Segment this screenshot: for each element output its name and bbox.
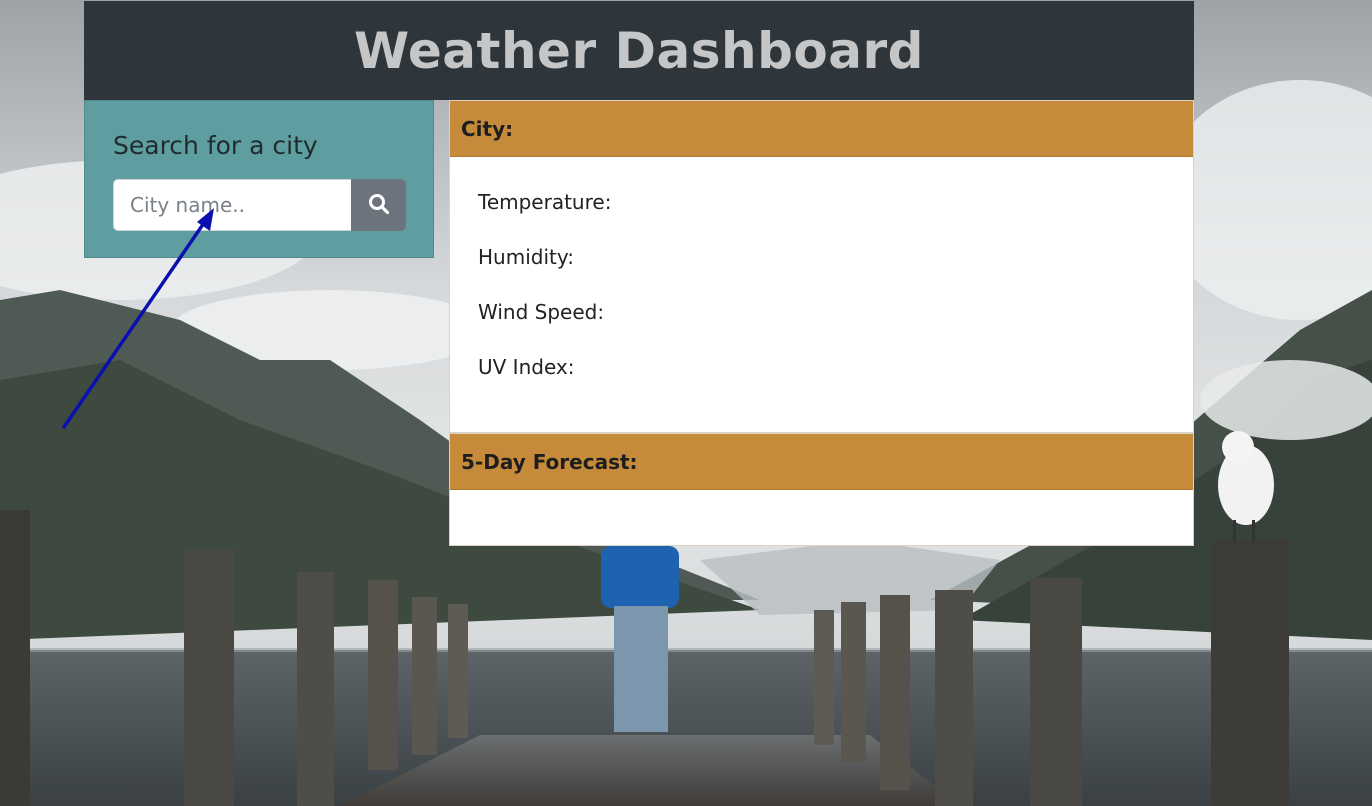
humidity-label: Humidity: — [478, 245, 574, 269]
forecast-card: 5-Day Forecast: — [449, 433, 1194, 546]
uv-index-label: UV Index: — [478, 355, 575, 379]
search-heading: Search for a city — [113, 131, 318, 160]
temperature-label: Temperature: — [478, 190, 612, 214]
search-button[interactable] — [351, 179, 406, 231]
search-panel: Search for a city — [84, 100, 434, 258]
app-header: Weather Dashboard — [84, 1, 1194, 100]
search-icon — [368, 193, 390, 218]
city-header: City: — [450, 101, 1193, 157]
current-weather-card: City: Temperature: Humidity: Wind Speed:… — [449, 100, 1194, 433]
city-label: City: — [461, 116, 514, 141]
wind-speed-label: Wind Speed: — [478, 300, 605, 324]
search-group — [113, 179, 406, 231]
page-title: Weather Dashboard — [354, 21, 924, 80]
city-search-input[interactable] — [113, 179, 351, 231]
forecast-label: 5-Day Forecast: — [461, 449, 638, 474]
forecast-header: 5-Day Forecast: — [450, 434, 1193, 490]
